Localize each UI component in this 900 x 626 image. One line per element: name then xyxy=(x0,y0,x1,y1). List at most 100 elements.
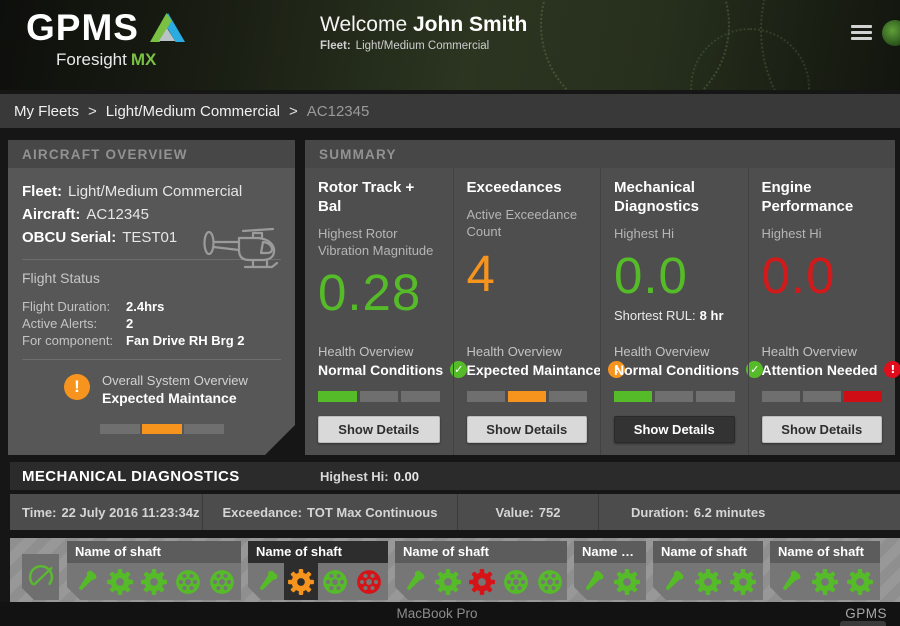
product-accent: MX xyxy=(131,50,157,69)
bearing-icon[interactable] xyxy=(352,563,386,600)
shaft-icon[interactable] xyxy=(773,563,807,600)
bar-segment xyxy=(508,391,546,402)
gear-icon[interactable] xyxy=(726,563,760,600)
gear-icon[interactable] xyxy=(808,563,842,600)
overall-system-overview: ! Overall System Overview Expected Maint… xyxy=(64,372,281,408)
gear-icon[interactable] xyxy=(843,563,877,600)
shaft-panel-label: Name of shaft xyxy=(67,541,241,563)
bar-segment xyxy=(655,391,693,402)
health-bar xyxy=(318,391,440,402)
bearing-icon[interactable] xyxy=(318,563,352,600)
bar-segment xyxy=(401,391,440,402)
shaft-icon[interactable] xyxy=(397,563,431,600)
alert-status-icon: ! xyxy=(884,361,900,378)
bar-segment xyxy=(467,391,505,402)
shaft-panel-6[interactable]: Name of shaft xyxy=(770,541,880,600)
gear-icon[interactable] xyxy=(465,563,499,600)
card-value: 0.0 xyxy=(762,248,883,304)
breadcrumb: My Fleets > Light/Medium Commercial > AC… xyxy=(0,94,900,128)
bar-segment xyxy=(100,424,140,434)
health-bar xyxy=(467,391,588,402)
fleet-row: Fleet:Light/Medium Commercial xyxy=(22,180,281,203)
for-component-row: For component:Fan Drive RH Brg 2 xyxy=(22,332,281,349)
show-details-button-rotor[interactable]: Show Details xyxy=(318,416,440,443)
shaft-icon[interactable] xyxy=(576,563,610,600)
show-details-button-mechanical[interactable]: Show Details xyxy=(614,416,735,443)
bearing-icon[interactable] xyxy=(499,563,533,600)
device-label: MacBook Pro xyxy=(0,606,874,621)
gear-icon[interactable] xyxy=(431,563,465,600)
aircraft-overview-panel: AIRCRAFT OVERVIEW Fleet:Light/Medium Com… xyxy=(8,140,295,455)
card-subtitle: Highest Hi xyxy=(762,225,883,242)
card-value: 4 xyxy=(467,246,588,302)
bearing-icon[interactable] xyxy=(205,563,239,600)
breadcrumb-separator: > xyxy=(289,103,298,120)
card-value: 0.0 xyxy=(614,248,735,304)
gear-icon[interactable] xyxy=(691,563,725,600)
circuit-pattern xyxy=(760,0,900,90)
card-subtitle: Active Exceedance Count xyxy=(467,206,588,240)
gear-icon-selected[interactable] xyxy=(284,563,318,600)
card-title: Mechanical Diagnostics xyxy=(614,178,735,216)
flight-duration-row: Flight Duration:2.4hrs xyxy=(22,298,281,315)
welcome-block: Welcome John Smith Fleet:Light/Medium Co… xyxy=(320,13,527,52)
gauge-icon[interactable] xyxy=(22,554,59,600)
gear-icon[interactable] xyxy=(610,563,644,600)
breadcrumb-fleet[interactable]: Light/Medium Commercial xyxy=(106,103,280,120)
shaft-panel-3[interactable]: Name of shaft xyxy=(395,541,567,600)
product-name: ForesightMX xyxy=(56,50,187,70)
summary-panel: SUMMARY Rotor Track + Bal Highest Rotor … xyxy=(305,140,895,455)
shaft-icon[interactable] xyxy=(69,563,103,600)
gear-icon[interactable] xyxy=(137,563,171,600)
brand-logo: GPMS ForesightMX xyxy=(26,8,187,70)
shaft-panel-2-selected[interactable]: Name of shaft xyxy=(248,541,388,600)
bezel-brand-label: GPMS xyxy=(845,606,887,621)
health-status-text: Expected Maintance xyxy=(467,362,602,378)
value-cell: Value:752 xyxy=(457,494,598,530)
gear-icon[interactable] xyxy=(103,563,137,600)
summary-title: SUMMARY xyxy=(305,140,895,168)
show-details-button-engine[interactable]: Show Details xyxy=(762,416,883,443)
bar-segment xyxy=(184,424,224,434)
shaft-icon[interactable] xyxy=(250,563,284,600)
divider xyxy=(22,359,281,360)
shaft-icon[interactable] xyxy=(656,563,690,600)
card-subtitle: Highest Rotor Vibration Magnitude xyxy=(318,225,440,259)
hamburger-menu-icon[interactable] xyxy=(851,25,872,43)
shaft-panel-1[interactable]: Name of shaft xyxy=(67,541,241,600)
exceedance-info-bar: Time:22 July 2016 11:23:34z Exceedance:T… xyxy=(10,494,900,530)
app-screen: GPMS ForesightMX Welcome John Smith Flee… xyxy=(0,0,900,626)
component-selector-strip: Name of shaft Name of shaft Name of shaf… xyxy=(10,538,900,602)
shaft-panel-5[interactable]: Name of shaft xyxy=(653,541,763,600)
bar-segment xyxy=(696,391,734,402)
bar-segment xyxy=(762,391,800,402)
card-subtitle: Highest Hi xyxy=(614,225,735,242)
health-overview-label: Health Overview xyxy=(467,344,588,359)
card-value: 0.28 xyxy=(318,265,440,321)
summary-card-exceedances: Exceedances Active Exceedance Count 4 He… xyxy=(453,168,601,455)
shortest-rul-row: Shortest RUL:8 hr xyxy=(614,308,735,323)
health-bar xyxy=(614,391,735,402)
shaft-panel-4[interactable]: Name of shaft xyxy=(574,541,646,600)
bar-segment xyxy=(844,391,882,402)
aircraft-overview-title: AIRCRAFT OVERVIEW xyxy=(8,140,295,168)
highest-hi-readout: Highest Hi:0.00 xyxy=(320,469,419,484)
summary-card-mechanical: Mechanical Diagnostics Highest Hi 0.0 Sh… xyxy=(600,168,748,455)
overall-label: Overall System Overview xyxy=(102,372,248,389)
exceedance-cell: Exceedance:TOT Max Continuous xyxy=(202,494,457,530)
bar-segment xyxy=(360,391,399,402)
welcome-text: Welcome John Smith xyxy=(320,13,527,37)
warning-icon: ! xyxy=(64,374,90,400)
breadcrumb-my-fleets[interactable]: My Fleets xyxy=(14,103,79,120)
helicopter-icon xyxy=(201,223,285,275)
shaft-panel-label: Name of shaft xyxy=(770,541,880,563)
bearing-icon[interactable] xyxy=(171,563,205,600)
bearing-icon[interactable] xyxy=(533,563,567,600)
shaft-panel-label: Name of shaft xyxy=(395,541,567,563)
health-overview-label: Health Overview xyxy=(614,344,735,359)
bar-segment xyxy=(549,391,587,402)
time-cell: Time:22 July 2016 11:23:34z xyxy=(10,494,202,530)
overall-status: Expected Maintance xyxy=(102,389,248,408)
show-details-button-exceedances[interactable]: Show Details xyxy=(467,416,588,443)
shaft-panel-label: Name of shaft xyxy=(248,541,388,563)
